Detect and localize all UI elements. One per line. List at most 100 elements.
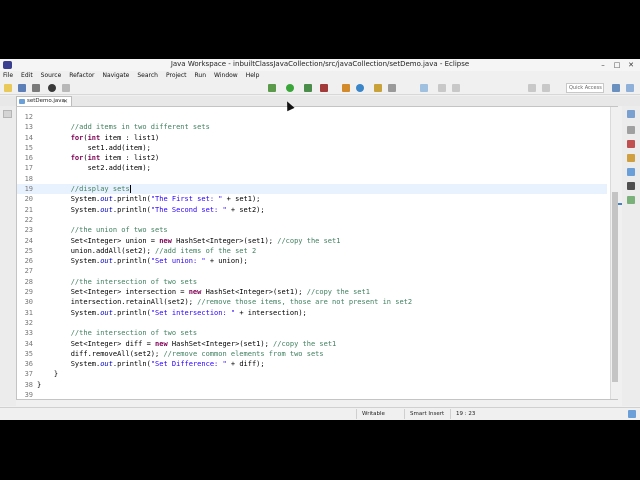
code-line[interactable]: 17 set2.add(item); — [17, 163, 607, 173]
pin-editor-icon[interactable] — [420, 84, 428, 92]
code-line[interactable]: 19 //display sets — [17, 184, 607, 195]
new-class-icon[interactable] — [320, 84, 328, 92]
search-icon[interactable] — [356, 84, 364, 92]
code-line[interactable]: 16 for(int item : list2) — [17, 153, 607, 163]
javadoc-icon[interactable] — [627, 154, 635, 162]
code-token: System. — [37, 205, 101, 214]
maximize-button[interactable]: □ — [610, 59, 624, 71]
code-token: System. — [37, 360, 101, 369]
menu-project[interactable]: Project — [166, 71, 187, 81]
restore-view-icon[interactable] — [3, 110, 12, 118]
code-token: + set2); — [226, 205, 265, 214]
code-line[interactable]: 21 System.out.println("The Second set: "… — [17, 205, 607, 215]
code-line[interactable]: 37 } — [17, 369, 607, 379]
minimize-button[interactable]: – — [596, 59, 610, 71]
task-list-icon[interactable] — [627, 126, 635, 134]
code-line[interactable]: 12 — [17, 112, 607, 122]
declaration-icon[interactable] — [627, 168, 635, 176]
menu-navigate[interactable]: Navigate — [102, 71, 129, 81]
code-line[interactable]: 28 //the intersection of two sets — [17, 277, 607, 287]
last-edit-icon[interactable] — [452, 84, 460, 92]
code-token: item : list1) — [100, 133, 160, 142]
code-token: intersection.retainAll(set2); — [37, 298, 198, 307]
close-button[interactable]: ✕ — [624, 59, 638, 71]
save-icon[interactable] — [18, 84, 26, 92]
forward-icon[interactable] — [542, 84, 550, 92]
code-line[interactable]: 13 //add items in two different sets — [17, 122, 607, 132]
next-annotation-icon[interactable] — [388, 84, 396, 92]
tab-setdemo-java[interactable]: setDemo.java ✕ — [16, 96, 72, 106]
new-package-icon[interactable] — [304, 84, 312, 92]
menu-refactor[interactable]: Refactor — [69, 71, 94, 81]
menu-run[interactable]: Run — [195, 71, 207, 81]
code-token: //the intersection of two sets — [70, 277, 198, 286]
code-line[interactable]: 38} — [17, 380, 607, 390]
console-icon[interactable] — [627, 182, 635, 190]
menu-window[interactable]: Window — [214, 71, 238, 81]
code-token: //add items in two different sets — [70, 123, 210, 132]
code-line[interactable]: 27 — [17, 266, 607, 276]
code-line[interactable]: 33 //the intersection of two sets — [17, 328, 607, 338]
menu-help[interactable]: Help — [246, 71, 260, 81]
video-letterbox-top — [0, 0, 640, 59]
scrollbar-thumb[interactable] — [612, 192, 618, 382]
code-token: out — [100, 195, 113, 204]
print-icon[interactable] — [32, 84, 40, 92]
run-icon[interactable] — [286, 84, 294, 92]
code-token: out — [100, 360, 113, 369]
code-token: set1.add(item); — [37, 143, 151, 152]
menu-source[interactable]: Source — [41, 71, 62, 81]
code-line[interactable]: 36 System.out.println("Set Difference: "… — [17, 359, 607, 369]
code-line[interactable]: 26 System.out.println("Set union: " + un… — [17, 256, 607, 266]
quick-access-input[interactable]: Quick Access — [566, 83, 604, 93]
code-text: System.out.println("The Second set: " + … — [37, 206, 265, 214]
open-perspective-icon[interactable] — [612, 84, 620, 92]
code-line[interactable]: 23 //the union of two sets — [17, 225, 607, 235]
code-token: union.addAll(set2); — [37, 246, 156, 255]
code-line[interactable]: 29 Set<Integer> intersection = new HashS… — [17, 287, 607, 297]
code-line[interactable]: 20 System.out.println("The First set: " … — [17, 194, 607, 204]
problems-icon[interactable] — [627, 140, 635, 148]
code-line[interactable]: 32 — [17, 318, 607, 328]
code-token: new — [188, 288, 202, 297]
code-line[interactable]: 25 union.addAll(set2); //add items of th… — [17, 246, 607, 256]
code-token: "The Second set: " — [150, 205, 227, 214]
code-line[interactable]: 24 Set<Integer> union = new HashSet<Inte… — [17, 236, 607, 246]
code-line[interactable]: 34 Set<Integer> diff = new HashSet<Integ… — [17, 339, 607, 349]
code-line[interactable]: 39 — [17, 390, 607, 399]
annotation-nav-icon[interactable] — [438, 84, 446, 92]
menu-search[interactable]: Search — [137, 71, 158, 81]
code-token: System. — [37, 257, 101, 266]
code-token: .println( — [112, 257, 151, 266]
debug-icon[interactable] — [48, 84, 56, 92]
new-file-icon[interactable] — [4, 84, 12, 92]
menu-edit[interactable]: Edit — [21, 71, 33, 81]
code-editor[interactable]: 12 13 //add items in two different sets 14… — [16, 106, 618, 400]
external-tools-icon[interactable] — [62, 84, 70, 92]
search-results-icon[interactable] — [627, 196, 635, 204]
code-line[interactable]: 22 — [17, 215, 607, 225]
code-token: HashSet<Integer>(set1); — [171, 236, 278, 245]
code-line[interactable]: 15 set1.add(item); — [17, 143, 607, 153]
editor-vertical-scrollbar[interactable] — [610, 107, 618, 399]
code-line[interactable]: 14 for(int item : list1) — [17, 133, 607, 143]
status-bar: Writable Smart Insert 19 : 23 — [0, 407, 640, 420]
menu-file[interactable]: File — [3, 71, 13, 81]
notifications-icon[interactable] — [628, 410, 636, 418]
code-line[interactable]: 18 — [17, 174, 607, 184]
open-type-icon[interactable] — [342, 84, 350, 92]
outline-icon[interactable] — [627, 110, 635, 118]
tab-close-icon[interactable]: ✕ — [63, 97, 68, 106]
line-number: 23 — [24, 226, 33, 235]
code-line[interactable]: 31 System.out.println("Set intersection:… — [17, 308, 607, 318]
window-title: Java Workspace - inbuiltClassJavaCollect… — [170, 60, 470, 68]
prev-annotation-icon[interactable] — [374, 84, 382, 92]
new-java-project-icon[interactable] — [268, 84, 276, 92]
code-line[interactable]: 30 intersection.retainAll(set2); //remov… — [17, 297, 607, 307]
back-icon[interactable] — [528, 84, 536, 92]
code-line[interactable]: 35 diff.removeAll(set2); //remove common… — [17, 349, 607, 359]
java-perspective-icon[interactable] — [626, 84, 634, 92]
